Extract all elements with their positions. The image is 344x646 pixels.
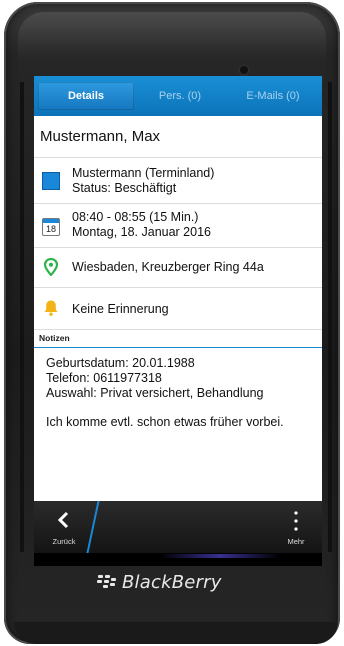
blackberry-logo-icon (97, 575, 116, 588)
reminder-text: Keine Erinnerung (72, 302, 169, 316)
bell-icon (44, 300, 58, 316)
more-label: Mehr (287, 537, 305, 546)
notes-line: Ich komme evtl. schon etwas früher vorbe… (46, 415, 284, 429)
brand-name: BlackBerry (122, 571, 222, 593)
time-range: 08:40 - 08:55 (15 Min.) (72, 210, 199, 224)
organization-status: Status: Beschäftigt (72, 181, 177, 195)
app-screen: Details Pers. (0) E-Mails (0) Mustermann… (34, 76, 322, 566)
back-button[interactable]: Zurück (34, 501, 94, 553)
notes-header: Notizen (34, 330, 322, 348)
brand: BlackBerry (96, 568, 256, 596)
map-pin-icon (43, 258, 59, 276)
contact-name: Mustermann, Max (34, 116, 322, 158)
organization-name: Mustermann (Terminland) (72, 166, 215, 180)
screen-glow (160, 554, 280, 558)
calendar-icon-day: 18 (45, 224, 56, 234)
tab-emails[interactable]: E-Mails (0) (228, 82, 318, 110)
reminder-row[interactable]: Keine Erinnerung (34, 288, 322, 330)
location-row[interactable]: Wiesbaden, Kreuzberger Ring 44a (34, 248, 322, 288)
blue-square-icon (42, 172, 60, 190)
organization-text: Mustermann (Terminland) Status: Beschäft… (72, 166, 214, 196)
front-camera (240, 66, 248, 74)
notes-line: Auswahl: Privat versichert, Behandlung (46, 386, 264, 400)
location-text: Wiesbaden, Kreuzberger Ring 44a (72, 260, 264, 274)
more-button[interactable]: Mehr (270, 501, 322, 553)
tab-persons[interactable]: Pers. (0) (136, 82, 224, 110)
phone-bezel-right (328, 82, 332, 552)
organization-row[interactable]: Mustermann (Terminland) Status: Beschäft… (34, 158, 322, 204)
action-bar: Zurück Mehr (34, 501, 322, 553)
back-label: Zurück (52, 537, 76, 546)
tab-bar: Details Pers. (0) E-Mails (0) (34, 76, 322, 116)
notes-line: Geburtsdatum: 20.01.1988 (46, 356, 195, 370)
date-text: Montag, 18. Januar 2016 (72, 225, 211, 239)
notes-line: Telefon: 0611977318 (46, 371, 162, 385)
notes-body: Geburtsdatum: 20.01.1988 Telefon: 061197… (46, 356, 316, 430)
tab-details[interactable]: Details (38, 82, 134, 110)
phone-bezel-left (20, 82, 24, 552)
phone-bottom-band (14, 622, 338, 644)
calendar-icon: 18 (42, 218, 60, 236)
chevron-left-icon (57, 511, 69, 529)
phone-top-shine (18, 12, 326, 62)
time-text: 08:40 - 08:55 (15 Min.) Montag, 18. Janu… (72, 210, 211, 240)
overflow-menu-icon (294, 511, 298, 531)
time-row[interactable]: 18 08:40 - 08:55 (15 Min.) Montag, 18. J… (34, 204, 322, 248)
